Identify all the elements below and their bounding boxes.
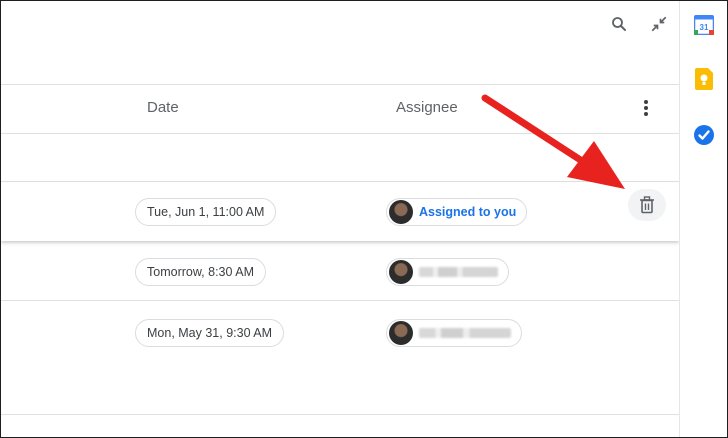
more-vert-icon: [644, 100, 648, 116]
collapse-button[interactable]: [643, 8, 675, 40]
trash-icon: [640, 196, 654, 214]
more-options-button[interactable]: [630, 92, 662, 124]
column-header-assignee: Assignee: [396, 99, 458, 116]
date-label: Tomorrow, 8:30 AM: [147, 265, 254, 279]
footer-divider: [1, 414, 679, 415]
date-chip[interactable]: Tomorrow, 8:30 AM: [135, 258, 266, 286]
date-label: Mon, May 31, 9:30 AM: [147, 326, 273, 340]
redacted-name: [419, 328, 511, 338]
calendar-date-text: 31: [700, 23, 709, 32]
keep-app-button[interactable]: [688, 63, 720, 95]
avatar: [389, 200, 413, 224]
header-divider-bottom: [1, 133, 679, 134]
date-chip[interactable]: Tue, Jun 1, 11:00 AM: [135, 198, 277, 226]
tasks-icon: [694, 125, 714, 145]
assignee-chip[interactable]: [386, 258, 509, 286]
assignee-label: Assigned to you: [419, 205, 517, 219]
app-window: Date Assignee Tue, Jun 1, 11:00 AM Assig…: [0, 0, 728, 438]
tasks-app-button[interactable]: [688, 119, 720, 151]
search-button[interactable]: [603, 8, 635, 40]
table-row[interactable]: [1, 182, 679, 241]
calendar-app-button[interactable]: 31: [688, 9, 720, 41]
date-label: Tue, Jun 1, 11:00 AM: [147, 205, 265, 219]
avatar: [389, 260, 413, 284]
side-panel: 31: [679, 1, 727, 437]
keep-icon: [695, 68, 713, 90]
redacted-name: [419, 267, 498, 277]
collapse-icon: [651, 16, 667, 32]
assignee-chip[interactable]: [386, 319, 522, 347]
assignee-chip[interactable]: Assigned to you: [386, 198, 528, 226]
avatar: [389, 321, 413, 345]
delete-button[interactable]: [628, 189, 666, 221]
main-content: Date Assignee Tue, Jun 1, 11:00 AM Assig…: [1, 1, 679, 437]
column-header-date: Date: [147, 99, 179, 116]
date-chip[interactable]: Mon, May 31, 9:30 AM: [135, 319, 285, 347]
calendar-icon: 31: [694, 15, 714, 35]
search-icon: [612, 17, 626, 31]
row-divider: [1, 300, 679, 301]
header-divider-top: [1, 84, 679, 85]
